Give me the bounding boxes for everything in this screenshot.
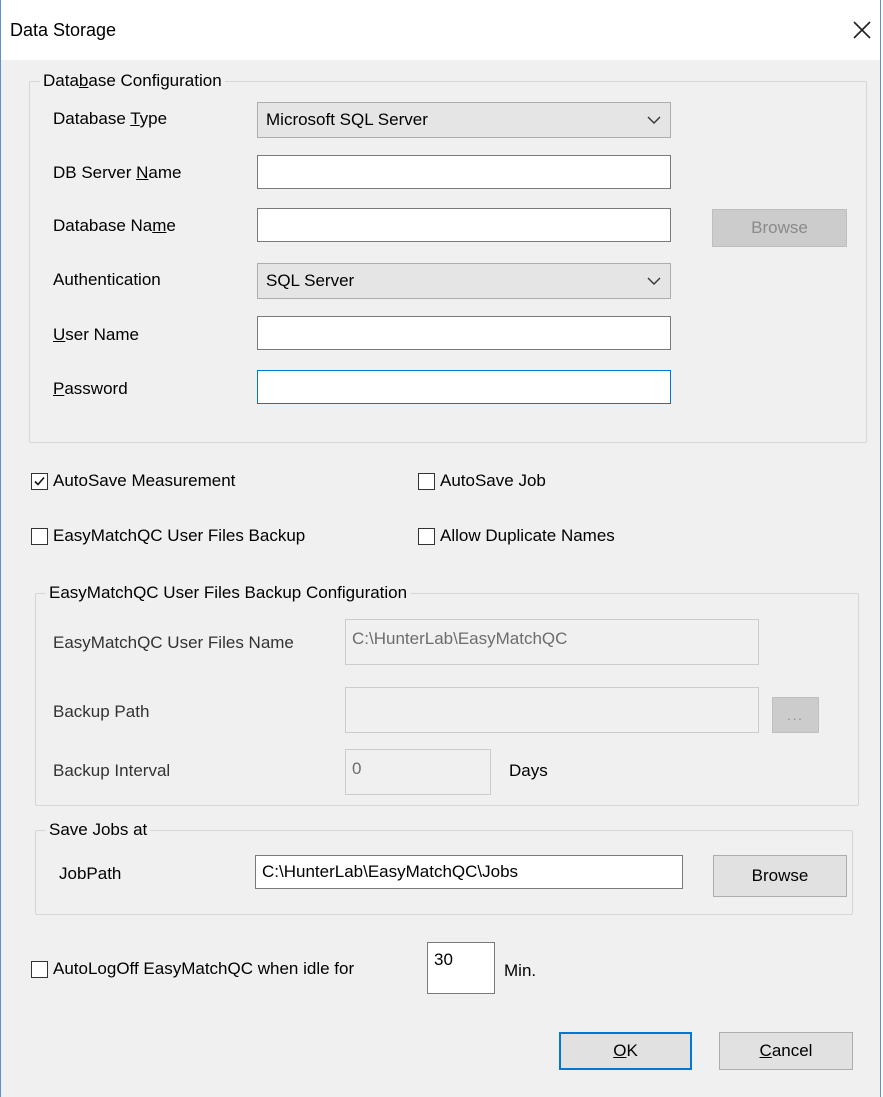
data-storage-dialog: Data Storage Database Configuration Data… (0, 0, 881, 1097)
checkbox-unchecked-icon (31, 960, 48, 978)
chevron-down-icon (646, 103, 662, 137)
backup-interval-label: Backup Interval (53, 761, 171, 780)
database-name-label: Database Name (53, 216, 176, 235)
cancel-button[interactable]: Cancel (719, 1032, 853, 1070)
authentication-value: SQL Server (266, 271, 355, 290)
job-path-browse-button[interactable]: Browse (713, 855, 847, 897)
job-path-label: JobPath (59, 864, 122, 883)
autosave-job-label: AutoSave Job (440, 471, 546, 490)
checkbox-checked-icon (31, 472, 48, 490)
save-jobs-title: Save Jobs at (46, 819, 151, 841)
user-name-input[interactable] (257, 316, 671, 350)
autosave-measurement-checkbox[interactable]: AutoSave Measurement (31, 470, 235, 492)
authentication-label: Authentication (53, 270, 161, 289)
db-server-name-input[interactable] (257, 155, 671, 189)
ok-button[interactable]: OK (559, 1032, 692, 1070)
title-bar: Data Storage (1, 0, 880, 60)
db-server-name-label: DB Server Name (53, 163, 182, 182)
autosave-job-checkbox[interactable]: AutoSave Job (418, 470, 546, 492)
ok-label: OK (613, 1041, 638, 1060)
job-path-input[interactable]: C:\HunterLab\EasyMatchQC\Jobs (255, 855, 683, 889)
checkbox-unchecked-icon (418, 472, 435, 490)
user-files-backup-label: EasyMatchQC User Files Backup (53, 526, 306, 545)
close-icon[interactable] (844, 10, 880, 50)
min-label: Min. (504, 961, 537, 980)
chevron-down-icon (646, 264, 662, 298)
user-name-label: User Name (53, 325, 139, 344)
user-files-backup-checkbox[interactable]: EasyMatchQC User Files Backup (31, 525, 305, 547)
checkbox-unchecked-icon (31, 527, 48, 545)
cancel-label: Cancel (759, 1041, 813, 1060)
password-input[interactable] (257, 370, 671, 404)
database-configuration-title: Database Configuration (40, 70, 225, 92)
backup-path-browse-button[interactable]: ... (772, 697, 819, 733)
database-type-label: Database Type (53, 109, 168, 128)
backup-configuration-title: EasyMatchQC User Files Backup Configurat… (46, 582, 411, 604)
database-browse-button[interactable]: Browse (712, 209, 847, 247)
window-title: Data Storage (10, 20, 117, 40)
autosave-measurement-label: AutoSave Measurement (53, 471, 236, 490)
database-name-input[interactable] (257, 208, 671, 242)
allow-duplicate-names-checkbox[interactable]: Allow Duplicate Names (418, 525, 615, 547)
user-files-name-label: EasyMatchQC User Files Name (53, 633, 294, 652)
database-type-select[interactable]: Microsoft SQL Server (257, 102, 671, 138)
autologoff-label: AutoLogOff EasyMatchQC when idle for (53, 959, 355, 978)
authentication-select[interactable]: SQL Server (257, 263, 671, 299)
backup-path-label: Backup Path (53, 702, 150, 721)
backup-path-input[interactable] (345, 687, 759, 733)
backup-interval-input[interactable]: 0 (345, 749, 491, 795)
user-files-name-input[interactable]: C:\HunterLab\EasyMatchQC (345, 619, 759, 665)
database-type-value: Microsoft SQL Server (266, 110, 428, 129)
autologoff-minutes-input[interactable]: 30 (427, 942, 495, 994)
password-label: Password (53, 379, 128, 398)
checkbox-unchecked-icon (418, 527, 435, 545)
autologoff-checkbox[interactable]: AutoLogOff EasyMatchQC when idle for (31, 958, 354, 980)
allow-duplicate-names-label: Allow Duplicate Names (440, 526, 615, 545)
days-label: Days (509, 761, 548, 780)
